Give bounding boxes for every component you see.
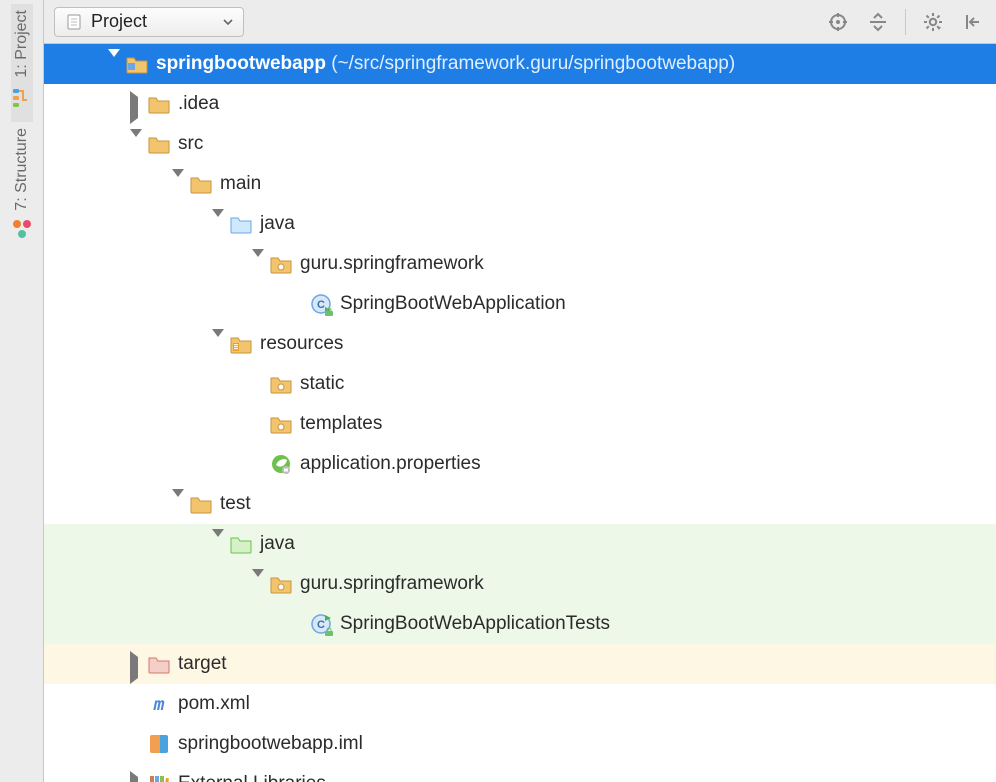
tree-node-app-class[interactable]: C SpringBootWebApplication (44, 284, 996, 324)
project-tree-icon (11, 86, 33, 108)
tree-node-java-main[interactable]: java (44, 204, 996, 244)
toolbar-buttons (825, 9, 986, 35)
tree-node-label: java (260, 213, 295, 235)
tree-node-label: target (178, 653, 227, 675)
locate-button[interactable] (825, 9, 851, 35)
tree-node-label: src (178, 133, 203, 155)
spring-config-icon (270, 453, 292, 475)
tree-node-label: templates (300, 413, 382, 435)
sidebar-tab-label: 7: Structure (13, 128, 31, 211)
tree-node-label: application.properties (300, 453, 481, 475)
source-folder-icon (230, 213, 252, 235)
maven-file-icon: m (148, 693, 170, 715)
expand-arrow-icon[interactable] (130, 657, 144, 671)
runnable-class-icon: C (310, 613, 332, 635)
expand-arrow-icon[interactable] (130, 137, 144, 151)
settings-button[interactable] (920, 9, 946, 35)
intellij-module-icon (148, 733, 170, 755)
tree-node-app-properties[interactable]: application.properties (44, 444, 996, 484)
tree-node-pkg-main[interactable]: guru.springframework (44, 244, 996, 284)
tree-node-target[interactable]: target (44, 644, 996, 684)
project-tree[interactable]: springbootwebapp (~/src/springframework.… (44, 44, 996, 782)
tree-node-label: test (220, 493, 251, 515)
tree-node-pom[interactable]: m pom.xml (44, 684, 996, 724)
file-icon (65, 13, 83, 31)
expand-arrow-icon[interactable] (252, 257, 266, 271)
tree-node-resources[interactable]: resources (44, 324, 996, 364)
tree-node-test-class[interactable]: C SpringBootWebApplicationTests (44, 604, 996, 644)
project-toolbar: Project (44, 0, 996, 44)
resources-folder-icon (230, 333, 252, 355)
folder-icon (190, 173, 212, 195)
view-label: Project (91, 11, 147, 32)
expand-arrow-icon[interactable] (212, 217, 226, 231)
tree-node-templates[interactable]: templates (44, 404, 996, 444)
tree-node-label: pom.xml (178, 693, 250, 715)
structure-icon (11, 218, 33, 240)
module-folder-icon (126, 53, 148, 75)
tree-node-external-libs[interactable]: External Libraries (44, 764, 996, 782)
package-icon (270, 573, 292, 595)
expand-arrow-icon[interactable] (172, 177, 186, 191)
tree-node-static[interactable]: static (44, 364, 996, 404)
excluded-folder-icon (148, 653, 170, 675)
tree-node-label: springbootwebapp (~/src/springframework.… (156, 53, 735, 75)
chevron-down-icon (223, 17, 233, 27)
tree-node-idea[interactable]: .idea (44, 84, 996, 124)
folder-icon (148, 133, 170, 155)
expand-arrow-icon[interactable] (130, 777, 144, 782)
tree-node-test[interactable]: test (44, 484, 996, 524)
tree-node-label: guru.springframework (300, 253, 484, 275)
tree-node-label: guru.springframework (300, 573, 484, 595)
sidebar-tab-structure[interactable]: 7: Structure (11, 122, 33, 255)
runnable-class-icon: C (310, 293, 332, 315)
folder-icon (190, 493, 212, 515)
tree-node-label: resources (260, 333, 343, 355)
sidebar-tab-project[interactable]: 1: Project (11, 4, 33, 122)
tree-node-main[interactable]: main (44, 164, 996, 204)
tree-node-pkg-test[interactable]: guru.springframework (44, 564, 996, 604)
tree-node-label: springbootwebapp.iml (178, 733, 363, 755)
hide-button[interactable] (960, 9, 986, 35)
collapse-all-button[interactable] (865, 9, 891, 35)
sidebar-tab-label: 1: Project (13, 10, 31, 78)
test-source-folder-icon (230, 533, 252, 555)
package-icon (270, 373, 292, 395)
expand-arrow-icon[interactable] (212, 337, 226, 351)
tree-node-label: main (220, 173, 261, 195)
tree-node-label: static (300, 373, 344, 395)
libraries-icon (148, 773, 170, 782)
tree-node-label: External Libraries (178, 773, 326, 782)
tree-node-label: SpringBootWebApplication (340, 293, 566, 315)
tree-node-label: .idea (178, 93, 219, 115)
expand-arrow-icon[interactable] (252, 577, 266, 591)
expand-arrow-icon[interactable] (108, 57, 122, 71)
tool-window-sidebar: 1: Project 7: Structure (0, 0, 44, 782)
tree-node-label: java (260, 533, 295, 555)
package-icon (270, 413, 292, 435)
folder-icon (148, 93, 170, 115)
tree-node-iml[interactable]: springbootwebapp.iml (44, 724, 996, 764)
project-view-dropdown[interactable]: Project (54, 7, 244, 37)
package-icon (270, 253, 292, 275)
expand-arrow-icon[interactable] (130, 97, 144, 111)
expand-arrow-icon[interactable] (172, 497, 186, 511)
tree-node-label: SpringBootWebApplicationTests (340, 613, 610, 635)
tree-node-src[interactable]: src (44, 124, 996, 164)
toolbar-separator (905, 9, 906, 35)
expand-arrow-icon[interactable] (212, 537, 226, 551)
tree-node-root[interactable]: springbootwebapp (~/src/springframework.… (44, 44, 996, 84)
tree-node-java-test[interactable]: java (44, 524, 996, 564)
